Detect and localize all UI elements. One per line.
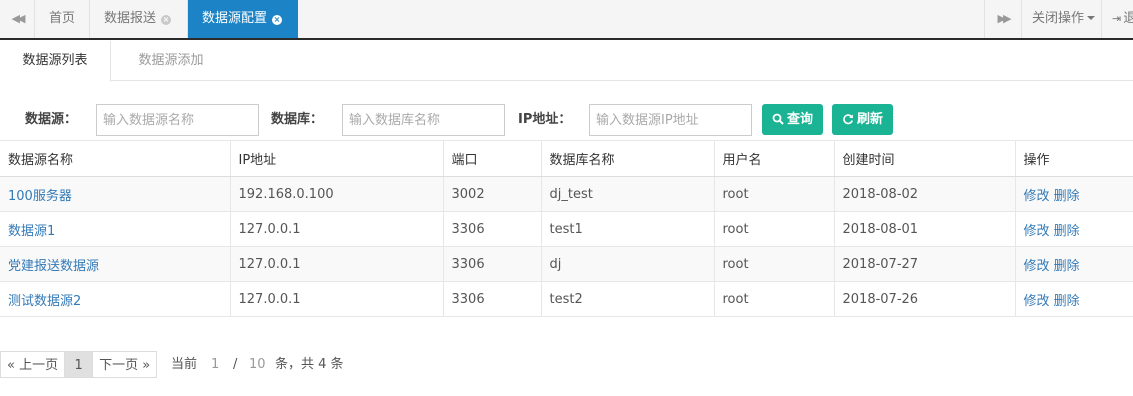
close-icon[interactable]: × <box>161 15 172 25</box>
datasource-name-link[interactable]: 数据源1 <box>8 224 55 239</box>
tab-datasource-config[interactable]: 数据源配置 × <box>188 0 298 38</box>
cell-date: 2018-07-27 <box>834 246 1016 282</box>
tab-data-report[interactable]: 数据报送 × <box>90 0 188 38</box>
cell-ip: 192.168.0.100 <box>230 176 444 212</box>
edit-link[interactable]: 修改 <box>1024 259 1050 274</box>
ip-label: IP地址： <box>518 112 572 127</box>
query-button[interactable]: 查询 <box>762 104 823 135</box>
header-user: 用户名 <box>714 140 835 177</box>
cell-ip: 127.0.0.1 <box>230 211 444 247</box>
header-date: 创建时间 <box>834 140 1016 177</box>
cell-port: 3306 <box>443 246 542 282</box>
ip-input[interactable] <box>589 104 752 136</box>
edit-link[interactable]: 修改 <box>1024 189 1050 204</box>
table-header-row: 数据源名称 IP地址 端口 数据库名称 用户名 创建时间 操作 <box>0 140 1133 177</box>
cell-ip: 127.0.0.1 <box>230 246 444 282</box>
page-info-prefix: 当前 <box>171 357 198 372</box>
cell-date: 2018-08-01 <box>834 211 1016 247</box>
tab-datasource-list[interactable]: 数据源列表 <box>0 41 111 82</box>
delete-link[interactable]: 删除 <box>1054 189 1080 204</box>
cell-date: 2018-08-02 <box>834 176 1016 212</box>
header-db: 数据库名称 <box>541 140 715 177</box>
page-info-sep: / <box>233 357 238 372</box>
tab-home[interactable]: 首页 <box>35 0 90 38</box>
cell-db: dj_test <box>541 176 715 212</box>
pagination: « 上一页 1 下一页 » <box>0 351 158 378</box>
table-row: 数据源1 127.0.0.1 3306 test1 root 2018-08-0… <box>0 211 1133 247</box>
exit-icon: ⇥ <box>1112 12 1122 25</box>
close-icon[interactable]: × <box>272 15 283 25</box>
page-info-page: 1 <box>211 357 220 372</box>
cell-date: 2018-07-26 <box>834 281 1016 317</box>
header-actions: 操作 <box>1015 140 1133 177</box>
next-page-button[interactable]: 下一页 » <box>93 351 158 378</box>
cell-port: 3306 <box>443 281 542 317</box>
delete-link[interactable]: 删除 <box>1054 224 1080 239</box>
cell-port: 3002 <box>443 176 542 212</box>
caret-down-icon <box>1087 16 1096 20</box>
cell-user: root <box>714 176 835 212</box>
source-label: 数据源： <box>25 112 78 127</box>
cell-port: 3306 <box>443 211 542 247</box>
edit-link[interactable]: 修改 <box>1024 224 1050 239</box>
query-label: 查询 <box>786 112 813 127</box>
tab-datasource-config-label: 数据源配置 <box>202 11 268 26</box>
tab-home-label: 首页 <box>49 11 76 26</box>
close-operations-dropdown[interactable]: 关闭操作 <box>1022 0 1102 38</box>
exit-button[interactable]: ⇥ 退 <box>1102 0 1133 38</box>
page-info-size: 10 <box>249 357 266 372</box>
page-info-suffix: 条，共 4 条 <box>275 357 344 372</box>
close-operations-label: 关闭操作 <box>1032 11 1085 26</box>
cell-db: test2 <box>541 281 715 317</box>
edit-link[interactable]: 修改 <box>1024 294 1050 309</box>
delete-link[interactable]: 删除 <box>1054 259 1080 274</box>
table-row: 100服务器 192.168.0.100 3002 dj_test root 2… <box>0 176 1133 212</box>
table-row: 测试数据源2 127.0.0.1 3306 test2 root 2018-07… <box>0 281 1133 317</box>
header-port: 端口 <box>443 140 542 177</box>
current-page-button[interactable]: 1 <box>65 351 94 378</box>
prev-page-button[interactable]: « 上一页 <box>0 351 66 378</box>
refresh-icon <box>843 114 853 125</box>
delete-link[interactable]: 删除 <box>1054 294 1080 309</box>
search-icon <box>772 113 784 125</box>
tab-data-report-label: 数据报送 <box>104 11 157 26</box>
cell-user: root <box>714 281 835 317</box>
tab-datasource-add[interactable]: 数据源添加 <box>111 41 231 81</box>
source-name-input[interactable] <box>96 104 259 136</box>
cell-db: test1 <box>541 211 715 247</box>
refresh-button[interactable]: 刷新 <box>832 104 893 135</box>
table-row: 党建报送数据源 127.0.0.1 3306 dj root 2018-07-2… <box>0 246 1133 282</box>
cell-ip: 127.0.0.1 <box>230 281 444 317</box>
datasource-name-link[interactable]: 100服务器 <box>8 189 72 204</box>
sub-tabs: 数据源列表 数据源添加 <box>0 41 1133 82</box>
exit-label: 退 <box>1123 11 1133 26</box>
header-name: 数据源名称 <box>0 140 231 177</box>
datasource-name-link[interactable]: 党建报送数据源 <box>8 259 99 274</box>
double-left-arrow-icon[interactable]: ◀◀ <box>0 0 35 38</box>
datasource-table: 数据源名称 IP地址 端口 数据库名称 用户名 创建时间 操作 100服务器 1… <box>0 140 1133 317</box>
cell-user: root <box>714 211 835 247</box>
refresh-label: 刷新 <box>856 112 883 127</box>
db-name-input[interactable] <box>342 104 505 136</box>
db-label: 数据库： <box>271 112 324 127</box>
datasource-name-link[interactable]: 测试数据源2 <box>8 294 81 309</box>
double-right-arrow-icon[interactable]: ▶▶ <box>984 0 1022 38</box>
header-ip: IP地址 <box>230 140 444 177</box>
top-tab-bar: ◀◀ 首页 数据报送 × 数据源配置 × ▶▶ 关闭操作 ⇥ 退 <box>0 0 1133 40</box>
cell-user: root <box>714 246 835 282</box>
cell-db: dj <box>541 246 715 282</box>
